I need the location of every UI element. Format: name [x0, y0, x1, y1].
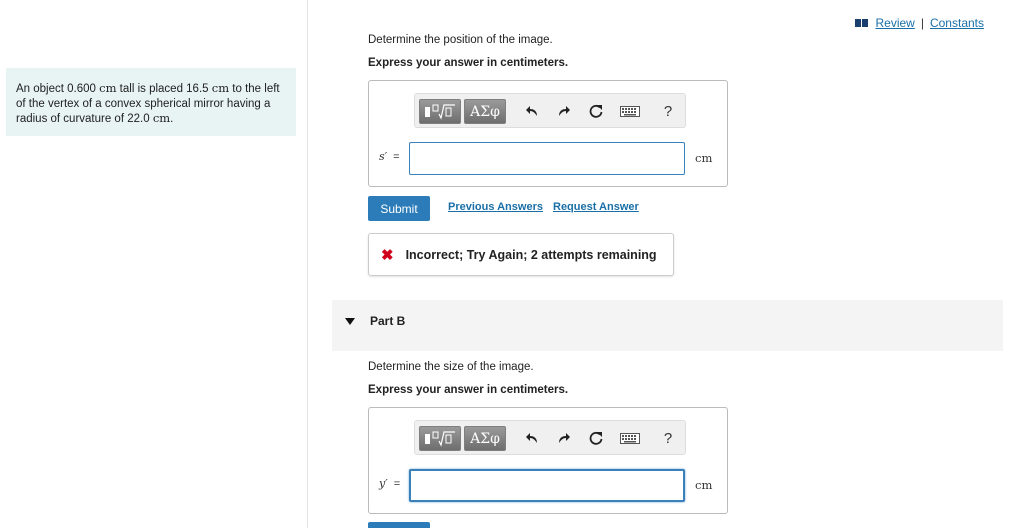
collapse-triangle-icon[interactable] [345, 318, 355, 325]
variable-label: y′ = [379, 477, 400, 490]
problem-text-1: An object 0.600 [16, 83, 100, 95]
reset-icon[interactable] [587, 102, 605, 120]
part-b-submit-button[interactable] [368, 522, 430, 528]
top-links: Review | Constants [855, 16, 984, 30]
variable-symbol: s′ [379, 150, 388, 163]
greek-symbols-button[interactable]: ΑΣφ [464, 426, 506, 451]
book-icon [855, 19, 869, 27]
unit-cm-1: cm [99, 81, 117, 95]
unit-cm-3: cm [152, 111, 171, 125]
keyboard-icon[interactable] [619, 429, 641, 447]
feedback-text: Incorrect; Try Again; 2 attempts remaini… [405, 247, 657, 262]
request-answer-link[interactable]: Request Answer [553, 201, 639, 213]
templates-icon [425, 430, 455, 447]
answer-input-y[interactable] [409, 469, 685, 502]
undo-icon[interactable] [523, 429, 541, 447]
equals-sign: = [393, 478, 401, 490]
part-b-question: Determine the size of the image. [368, 361, 534, 373]
part-b-header[interactable]: Part B [332, 300, 1003, 351]
redo-icon[interactable] [555, 102, 573, 120]
templates-icon [425, 103, 455, 120]
variable-label: s′ = [379, 150, 400, 163]
math-toolbar: ΑΣφ ? [414, 420, 686, 455]
incorrect-icon: ✖ [381, 246, 394, 264]
part-a-answer-box: ΑΣφ ? s′ = cm [368, 80, 728, 187]
feedback-box: ✖ Incorrect; Try Again; 2 attempts remai… [368, 233, 674, 276]
submit-button[interactable]: Submit [368, 196, 430, 221]
part-a-question: Determine the position of the image. [368, 34, 553, 46]
templates-button[interactable] [419, 99, 461, 124]
unit-cm-2: cm [211, 81, 230, 95]
greek-symbols-button[interactable]: ΑΣφ [464, 99, 506, 124]
problem-statement: An object 0.600 cm tall is placed 16.5 c… [6, 68, 296, 136]
problem-text-4: . [170, 113, 174, 125]
part-b-instruction: Express your answer in centimeters. [368, 384, 569, 396]
undo-icon[interactable] [523, 102, 541, 120]
panel-divider [307, 0, 308, 528]
help-button[interactable]: ? [659, 429, 677, 447]
constants-link[interactable]: Constants [930, 16, 984, 30]
part-b-answer-box: ΑΣφ ? y′ = cm [368, 407, 728, 514]
review-link[interactable]: Review [875, 16, 914, 30]
unit-label: cm [695, 478, 713, 492]
variable-symbol: y′ [379, 477, 388, 490]
math-toolbar: ΑΣφ ? [414, 93, 686, 128]
keyboard-icon[interactable] [619, 102, 641, 120]
part-a-instruction: Express your answer in centimeters. [368, 57, 569, 69]
templates-button[interactable] [419, 426, 461, 451]
reset-icon[interactable] [587, 429, 605, 447]
problem-text-2: tall is placed 16.5 [116, 83, 212, 95]
link-separator: | [920, 16, 924, 30]
help-button[interactable]: ? [659, 102, 677, 120]
answer-input-s[interactable] [409, 142, 685, 175]
equals-sign: = [393, 151, 400, 163]
unit-label: cm [695, 151, 713, 165]
redo-icon[interactable] [555, 429, 573, 447]
previous-answers-link[interactable]: Previous Answers [448, 201, 543, 213]
part-b-title: Part B [370, 314, 406, 328]
